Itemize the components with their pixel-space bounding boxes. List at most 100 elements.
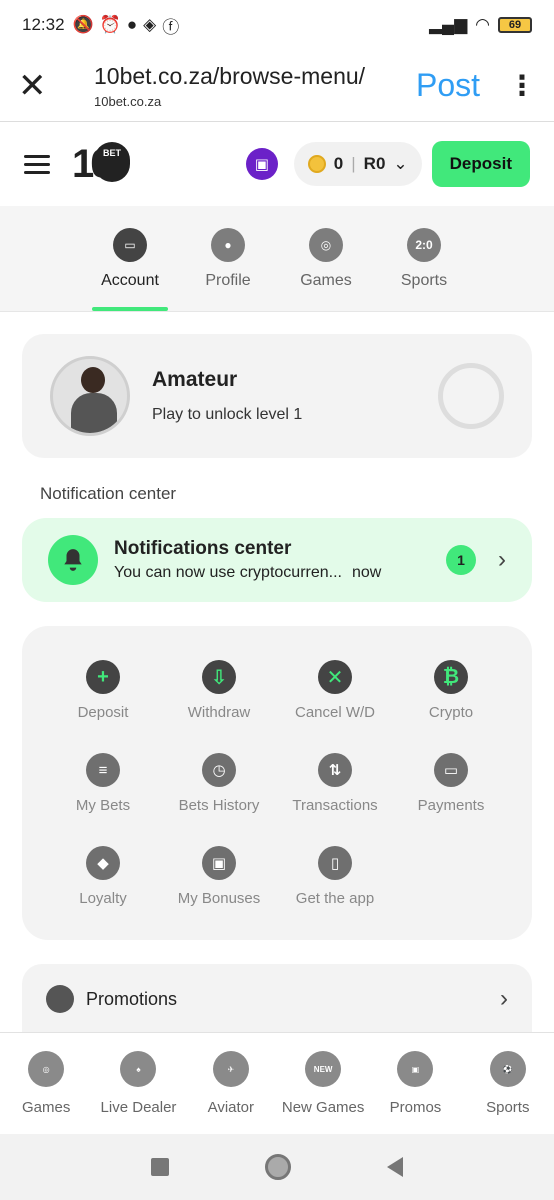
action-withdraw[interactable]: ⇩ Withdraw	[161, 660, 277, 721]
close-icon[interactable]: ✕	[18, 69, 58, 103]
coin-icon	[307, 155, 326, 173]
user-icon: ●	[211, 228, 245, 262]
action-get-app[interactable]: ▯ Get the app	[277, 846, 393, 907]
action-label: Cancel W/D	[294, 704, 376, 721]
action-label: Withdraw	[187, 704, 251, 721]
home-button[interactable]	[265, 1154, 291, 1180]
site-logo[interactable]: 10 BET	[72, 142, 130, 186]
action-label: Crypto	[428, 704, 474, 721]
bottom-nav-label: Games	[21, 1099, 71, 1116]
action-label: My Bets	[75, 797, 131, 814]
level-card[interactable]: Amateur Play to unlock level 1	[22, 334, 532, 458]
gift-button[interactable]: ▣	[245, 148, 278, 180]
notification-text: Notifications center You can now use cry…	[114, 538, 446, 582]
promotions-row[interactable]: Promotions ›	[22, 964, 532, 1034]
action-label: Get the app	[295, 890, 375, 907]
soccer-ball-icon: ⚽	[489, 1051, 526, 1087]
layers-icon: ◈	[143, 15, 157, 34]
chip-icon: ◎	[309, 228, 343, 262]
action-my-bets[interactable]: ≡ My Bets	[45, 753, 161, 814]
mute-icon: 🔕	[72, 15, 94, 34]
back-button[interactable]	[387, 1157, 403, 1177]
bottom-nav-label: Promos	[389, 1099, 442, 1116]
receipt-icon: ≡	[86, 753, 120, 787]
action-crypto[interactable]: ₿ Crypto	[393, 660, 509, 721]
action-label: Loyalty	[79, 890, 127, 907]
notification-count-badge: 1	[446, 545, 476, 575]
level-subtitle: Play to unlock level 1	[152, 406, 303, 423]
account-tabs: ▭ Account ● Profile ◎ Games 2:0 Sports	[0, 206, 554, 312]
url-box[interactable]: 10bet.co.za/browse-menu/ 10bet.co.za	[94, 63, 416, 109]
wallet-dropdown[interactable]: 0 | R0 ⌄	[293, 142, 422, 186]
phone-icon: ▯	[318, 846, 352, 880]
menu-icon[interactable]	[24, 150, 50, 179]
browser-toolbar: ✕ 10bet.co.za/browse-menu/ 10bet.co.za P…	[0, 50, 554, 122]
plane-icon: ✈	[212, 1051, 249, 1087]
bottom-nav-aviator[interactable]: ✈ Aviator	[186, 1051, 276, 1134]
action-payments[interactable]: ▭ Payments	[393, 753, 509, 814]
status-right: ▂▄▆ ◠ 69	[429, 15, 532, 35]
tab-sports[interactable]: 2:0 Sports	[384, 206, 464, 311]
tab-label: Profile	[205, 272, 251, 289]
cancel-withdraw-icon: ✕	[318, 660, 352, 694]
chevron-down-icon: ⌄	[393, 154, 408, 173]
notification-message: You can now use cryptocurren...	[114, 564, 342, 581]
new-badge-icon: NEW	[305, 1051, 342, 1087]
tab-games[interactable]: ◎ Games	[286, 206, 366, 311]
more-options-icon[interactable]: ⋮	[508, 69, 536, 102]
notification-message-row: You can now use cryptocurren... now	[114, 564, 446, 582]
plus-icon: +	[86, 660, 120, 694]
logo-disc: BET	[94, 142, 130, 182]
tab-label: Account	[101, 272, 159, 289]
dealer-icon: ♠	[120, 1051, 157, 1087]
level-progress-ring	[438, 363, 504, 429]
action-transactions[interactable]: ⇅ Transactions	[277, 753, 393, 814]
action-my-bonuses[interactable]: ▣ My Bonuses	[161, 846, 277, 907]
chevron-right-icon: ›	[500, 985, 508, 1012]
bottom-nav-games[interactable]: ◎ Games	[1, 1051, 91, 1134]
wifi-icon: ◠	[475, 15, 490, 34]
action-label: My Bonuses	[177, 890, 261, 907]
bottom-nav-label: Live Dealer	[100, 1099, 177, 1116]
chevron-right-icon: ›	[498, 546, 506, 573]
status-time: 12:32	[22, 15, 65, 34]
level-title: Amateur	[152, 368, 238, 391]
bottom-nav-live-dealer[interactable]: ♠ Live Dealer	[93, 1051, 183, 1134]
bell-icon	[48, 535, 98, 585]
gift-icon: ▣	[254, 156, 269, 173]
gift-icon: ▣	[202, 846, 236, 880]
notification-title: Notifications center	[114, 538, 292, 559]
scoreboard-icon: 2:0	[407, 228, 441, 262]
deposit-button[interactable]: Deposit	[431, 141, 530, 187]
action-cancel-withdraw[interactable]: ✕ Cancel W/D	[277, 660, 393, 721]
quick-actions-panel: + Deposit ⇩ Withdraw ✕ Cancel W/D ₿ Cryp…	[22, 626, 532, 940]
status-bar: 12:32 🔕 ⏰ ● ◈ ⓕ ▂▄▆ ◠ 69	[0, 0, 554, 50]
alarm-icon: ⏰	[99, 15, 121, 34]
action-bets-history[interactable]: ◷ Bets History	[161, 753, 277, 814]
tab-account[interactable]: ▭ Account	[90, 206, 170, 311]
action-loyalty[interactable]: ◆ Loyalty	[45, 846, 161, 907]
tab-label: Games	[300, 272, 352, 289]
status-icons: 🔕 ⏰ ● ◈ ⓕ	[73, 13, 180, 38]
transfer-icon: ⇅	[318, 753, 352, 787]
bottom-nav-new-games[interactable]: NEW New Games	[278, 1051, 368, 1134]
battery-icon: 69	[498, 17, 532, 33]
action-deposit[interactable]: + Deposit	[45, 660, 161, 721]
gift-icon: ▣	[397, 1051, 434, 1087]
chip-icon: ◎	[28, 1051, 65, 1087]
diamond-icon: ◆	[86, 846, 120, 880]
system-nav-bar	[0, 1134, 554, 1200]
bottom-nav-promos[interactable]: ▣ Promos	[370, 1051, 460, 1134]
notification-card[interactable]: Notifications center You can now use cry…	[22, 518, 532, 602]
tab-profile[interactable]: ● Profile	[188, 206, 268, 311]
host-text: 10bet.co.za	[94, 93, 162, 109]
bottom-nav-sports[interactable]: ⚽ Sports	[463, 1051, 553, 1134]
tab-label: Sports	[400, 272, 448, 289]
facebook-icon: ⓕ	[162, 17, 180, 37]
recents-button[interactable]	[151, 1158, 169, 1176]
signal-icon: ▂▄▆	[428, 15, 468, 34]
cash-balance: R0	[363, 154, 386, 173]
url-text: 10bet.co.za/browse-menu/	[94, 62, 366, 89]
action-label: Transactions	[292, 797, 378, 814]
post-button[interactable]: Post	[416, 67, 480, 104]
